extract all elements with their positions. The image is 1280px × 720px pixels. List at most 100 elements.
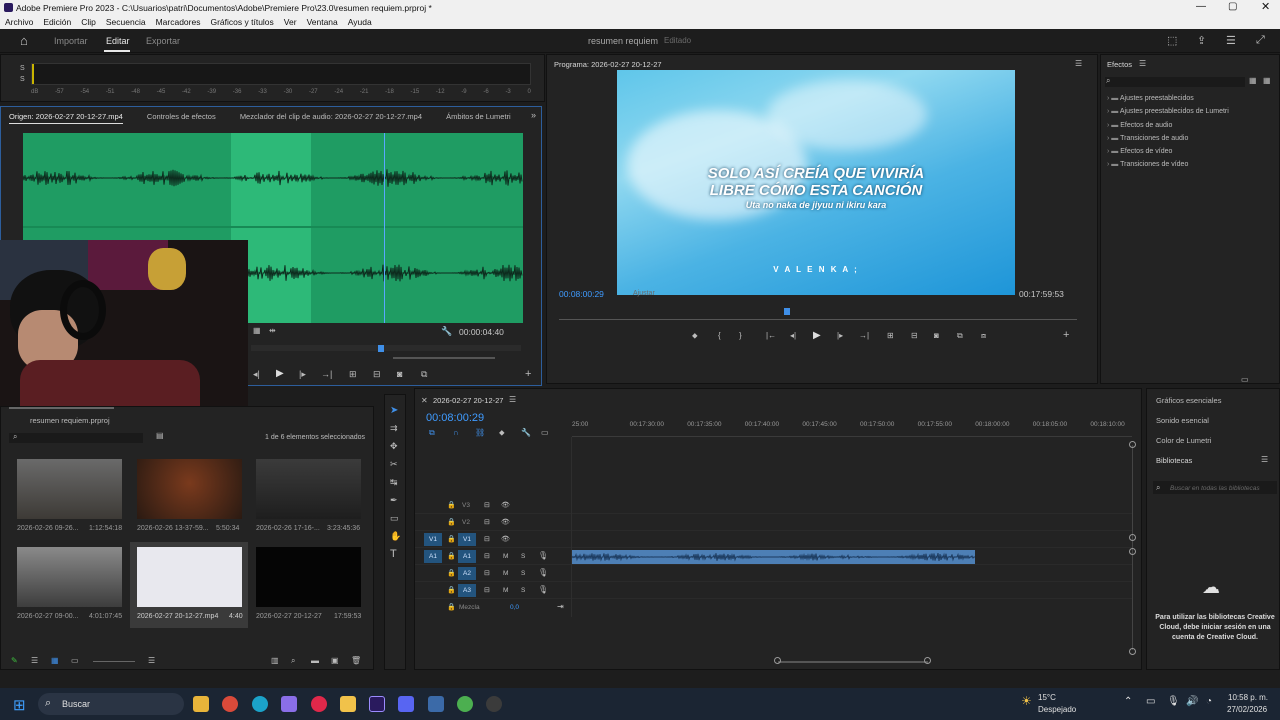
eye-icon[interactable]: 👁: [501, 535, 510, 543]
effects-folder-item[interactable]: › ▬ Ajustes preestablecidos: [1107, 95, 1277, 108]
tab-editar[interactable]: Editar: [106, 36, 130, 46]
folder-icon[interactable]: [340, 696, 356, 712]
maximize-button[interactable]: ▢: [1228, 1, 1237, 12]
panel-lumetri-color[interactable]: Color de Lumetri: [1156, 436, 1211, 445]
mute-button[interactable]: M: [503, 553, 508, 560]
zoom-slider[interactable]: [93, 661, 135, 662]
button-editor-icon[interactable]: ⧉: [421, 369, 427, 380]
compare-icon[interactable]: ⧉: [957, 331, 963, 341]
effects-search-input[interactable]: [1105, 77, 1245, 87]
effects-folder-item[interactable]: › ▬ Transiciones de vídeo: [1107, 161, 1277, 174]
scroll-handle-left[interactable]: [774, 657, 781, 664]
track-label-v3[interactable]: V3: [462, 502, 470, 509]
effects-menu-icon[interactable]: ☰: [1139, 59, 1146, 68]
new-bin-icon[interactable]: ▬: [311, 656, 319, 665]
extract-icon[interactable]: ⊟: [911, 331, 918, 340]
project-item-thumbnail[interactable]: [17, 547, 122, 607]
clock-date[interactable]: 27/02/2026: [1227, 705, 1267, 714]
selection-tool-icon[interactable]: ➤: [390, 405, 398, 416]
razor-tool-icon[interactable]: ✂: [390, 459, 398, 470]
sequence-menu-icon[interactable]: ☰: [509, 395, 516, 404]
sequence-tab[interactable]: 2026-02-27 20-12-27: [433, 396, 503, 405]
timeline-ruler[interactable]: 25:00 00:17:30:00 00:17:35:00 00:17:40:00 00…: [572, 421, 1132, 437]
discord-icon[interactable]: [398, 696, 414, 712]
panel-essential-sound[interactable]: Sonido esencial: [1156, 416, 1209, 425]
project-item-thumbnail[interactable]: [137, 547, 242, 607]
step-forward-icon[interactable]: |▸: [299, 369, 306, 380]
new-folder-icon[interactable]: ▭: [1241, 375, 1249, 384]
quick-export-icon[interactable]: ⬚: [1167, 34, 1177, 47]
effects-folder-item[interactable]: › ▬ Ajustes preestablecidos de Lumetri: [1107, 108, 1277, 121]
microphone-icon[interactable]: 🎙: [1167, 696, 1180, 707]
effects-folder-item[interactable]: › ▬ Efectos de vídeo: [1107, 148, 1277, 161]
source-patch-v1[interactable]: V1: [424, 533, 442, 546]
menu-clip[interactable]: Clip: [76, 15, 101, 29]
step-forward-icon[interactable]: |▸: [837, 331, 843, 340]
close-icon[interactable]: ✕: [421, 396, 428, 405]
microphone-icon[interactable]: 🎙: [538, 551, 548, 560]
solo-button[interactable]: S: [521, 553, 525, 560]
close-button[interactable]: ✕: [1261, 0, 1270, 13]
zoom-scrollbar[interactable]: [393, 357, 495, 359]
weather-temp[interactable]: 15°C: [1038, 693, 1056, 702]
step-back-icon[interactable]: ◂|: [790, 331, 796, 340]
pen-tool-icon[interactable]: ✒: [390, 495, 398, 506]
solo-button[interactable]: S: [521, 570, 525, 577]
menu-ayuda[interactable]: Ayuda: [343, 15, 377, 29]
tab-lumetri-scopes[interactable]: Ámbitos de Lumetri: [446, 112, 511, 121]
solo-button[interactable]: S: [521, 587, 525, 594]
insert-icon[interactable]: ⊞: [349, 369, 357, 380]
audio-clip[interactable]: [572, 550, 975, 564]
timeline-horizontal-scrollbar[interactable]: [778, 661, 928, 663]
ripple-edit-tool-icon[interactable]: ✥: [390, 441, 398, 452]
home-icon[interactable]: ⌂: [20, 33, 28, 48]
program-timeline-bar[interactable]: [559, 319, 1077, 320]
vscroll-handle[interactable]: [1129, 648, 1136, 655]
tab-importar[interactable]: Importar: [54, 36, 88, 46]
network-icon[interactable]: ▭: [1146, 696, 1155, 707]
app-icon[interactable]: [428, 696, 444, 712]
icon-view-icon[interactable]: ▦: [51, 656, 59, 665]
go-to-in-icon[interactable]: |←: [766, 331, 776, 340]
type-tool-icon[interactable]: T: [390, 548, 397, 560]
marker-icon[interactable]: ⬥: [692, 331, 698, 341]
wifi-icon[interactable]: ◔: [1206, 696, 1212, 707]
sync-lock-icon[interactable]: ⊟: [484, 569, 490, 577]
find-icon[interactable]: ⌕: [291, 656, 295, 666]
effects-folder-item[interactable]: › ▬ Transiciones de audio: [1107, 135, 1277, 148]
weather-desc[interactable]: Despejado: [1038, 705, 1076, 714]
program-playhead-marker[interactable]: [784, 308, 790, 315]
menu-edicion[interactable]: Edición: [38, 15, 76, 29]
tab-effect-controls[interactable]: Controles de efectos: [147, 112, 216, 121]
sync-lock-icon[interactable]: ⊟: [484, 586, 490, 594]
tab-source[interactable]: Origen: 2026-02-27 20-12-27.mp4: [9, 112, 123, 124]
taskbar-search-box[interactable]: ⌕ Buscar: [38, 693, 184, 715]
new-bin-icon[interactable]: ▦: [1249, 76, 1257, 85]
freeform-view-icon[interactable]: ▭: [71, 656, 79, 665]
wrench-icon[interactable]: 🔧: [441, 326, 452, 337]
go-to-out-icon[interactable]: →|: [321, 369, 332, 379]
nest-icon[interactable]: ⧉: [429, 428, 435, 438]
project-item-thumbnail[interactable]: [256, 547, 361, 607]
camera-icon[interactable]: ◙: [397, 369, 402, 379]
add-marker-icon[interactable]: ⬥: [499, 428, 505, 438]
windows-start-icon[interactable]: ⊞: [13, 696, 26, 714]
menu-ventana[interactable]: Ventana: [302, 15, 343, 29]
edge-icon[interactable]: [252, 696, 268, 712]
add-button-icon[interactable]: +: [525, 368, 531, 380]
track-label-v2[interactable]: V2: [462, 519, 470, 526]
mark-out-icon[interactable]: }: [739, 331, 742, 340]
pencil-icon[interactable]: ✎: [11, 656, 18, 665]
menu-marcadores[interactable]: Marcadores: [151, 15, 206, 29]
source-patch-a1[interactable]: A1: [424, 550, 442, 563]
overflow-chevron-icon[interactable]: »: [531, 110, 536, 120]
track-label-a1[interactable]: A1: [458, 550, 476, 563]
lock-icon[interactable]: 🔒: [447, 552, 456, 560]
lock-icon[interactable]: 🔒: [447, 569, 456, 577]
menu-graficos[interactable]: Gráficos y títulos: [205, 15, 278, 29]
premiere-icon[interactable]: [369, 696, 385, 712]
chrome-icon[interactable]: [457, 696, 473, 712]
mute-button[interactable]: M: [503, 570, 508, 577]
file-explorer-icon[interactable]: [193, 696, 209, 712]
lock-icon[interactable]: 🔒: [447, 535, 456, 543]
